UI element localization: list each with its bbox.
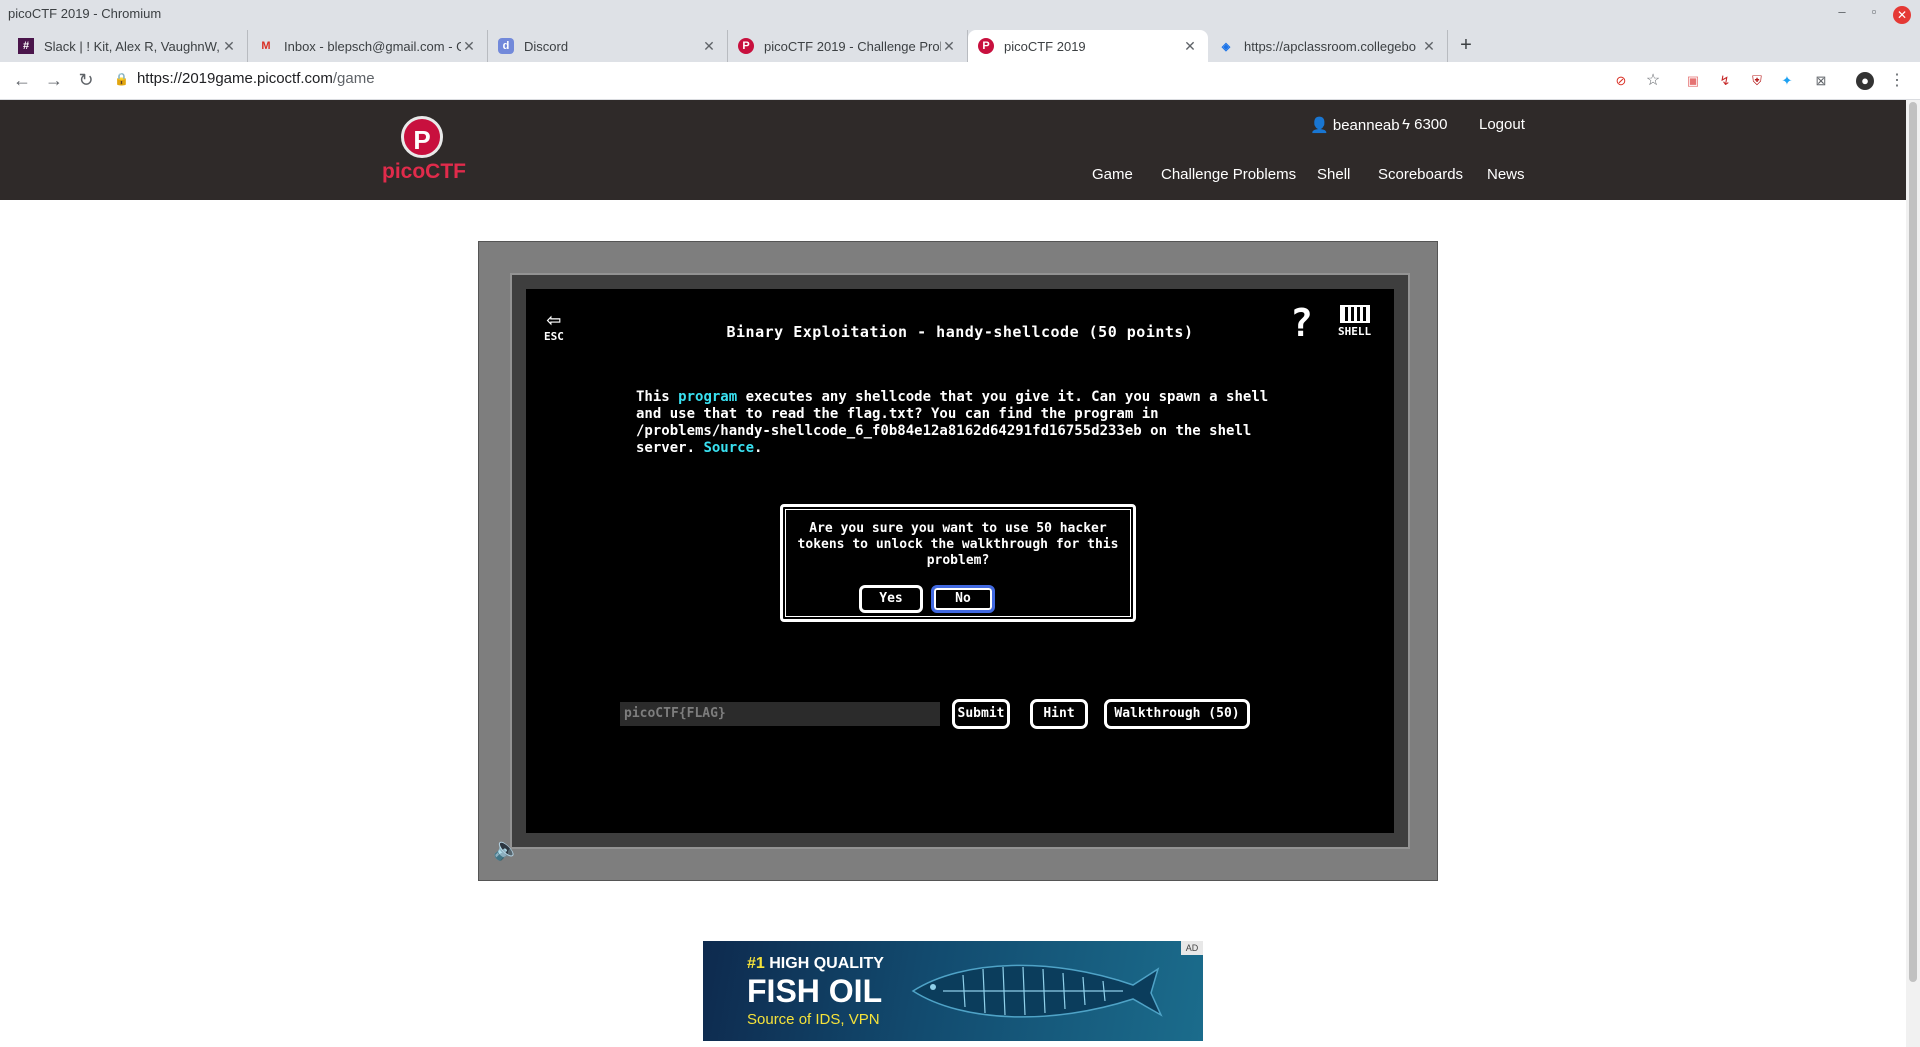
tab-close-icon[interactable]: ✕: [701, 38, 717, 55]
page-content: P picoCTF 👤 beanneab ϟ 6300 Logout Game …: [0, 100, 1906, 1047]
program-link[interactable]: program: [678, 389, 737, 405]
ad-tagline: #1 HIGH QUALITY: [747, 955, 884, 973]
extension-icon[interactable]: ⊘: [1612, 72, 1630, 90]
username: beanneab: [1332, 117, 1400, 134]
window-titlebar: picoCTF 2019 - Chromium – ▫ ✕: [0, 0, 1920, 30]
tab-label: Inbox - blepsch@gmail.com - G: [284, 38, 461, 54]
reload-button[interactable]: ↻: [74, 70, 98, 91]
maximize-button[interactable]: ▫: [1862, 4, 1886, 19]
nav-challenge-problems[interactable]: Challenge Problems: [1161, 166, 1296, 183]
ad-headline: FISH OIL: [747, 973, 883, 1009]
tab-gmail[interactable]: M Inbox - blepsch@gmail.com - G ✕: [248, 30, 488, 62]
logo-mark: P: [401, 116, 443, 158]
nav-shell[interactable]: Shell: [1317, 166, 1350, 183]
desc-text: This: [636, 389, 679, 405]
close-window-button[interactable]: ✕: [1893, 6, 1911, 24]
bookmark-star-icon[interactable]: ☆: [1644, 72, 1662, 90]
tab-close-icon[interactable]: ✕: [461, 38, 477, 55]
ad-rank: #1: [747, 955, 765, 972]
ad-tagline-text: HIGH QUALITY: [764, 955, 884, 972]
source-link[interactable]: Source: [703, 440, 754, 456]
tab-label: Slack | ! Kit, Alex R, VaughnW,: [44, 38, 220, 54]
url-path: /game: [332, 70, 375, 87]
shield-icon: ◈: [1221, 40, 1231, 53]
confirm-dialog: Are you sure you want to use 50 hacker t…: [780, 504, 1136, 622]
extension-icon[interactable]: ⛨: [1748, 72, 1766, 90]
tab-close-icon[interactable]: ✕: [1421, 38, 1437, 55]
walkthrough-button[interactable]: Walkthrough (50): [1104, 699, 1250, 729]
tab-label: picoCTF 2019 - Challenge Prob: [764, 38, 941, 54]
token-value: 6300: [1414, 116, 1448, 133]
browser-toolbar: ← → ↻ 🔒 https://2019game.picoctf.com/game…: [0, 62, 1920, 100]
slack-icon: #: [18, 38, 34, 54]
tab-close-icon[interactable]: ✕: [941, 38, 957, 55]
forward-button[interactable]: →: [42, 70, 66, 91]
minimize-button[interactable]: –: [1830, 4, 1854, 19]
desc-text: .: [754, 440, 763, 456]
game-frame: ⇦ ESC ? SHELL Binary Exploitation - hand…: [478, 241, 1438, 881]
tab-discord[interactable]: d Discord ✕: [488, 30, 728, 62]
tab-picoctf-game[interactable]: P picoCTF 2019 ✕: [968, 30, 1208, 62]
tab-close-icon[interactable]: ✕: [1182, 38, 1198, 55]
scrollbar-thumb[interactable]: [1909, 102, 1917, 982]
logo-text: picoCTF: [382, 160, 466, 183]
discord-icon: d: [498, 38, 514, 54]
browser-menu-icon[interactable]: ⋮: [1888, 72, 1906, 90]
user-icon: 👤: [1310, 117, 1329, 134]
user-menu[interactable]: 👤 beanneab: [1310, 116, 1400, 134]
tab-label: Discord: [524, 38, 569, 54]
fish-skeleton-image: [911, 964, 1163, 1018]
page-scrollbar[interactable]: [1906, 100, 1920, 1047]
url-host: https://2019game.picoctf.com: [136, 70, 333, 87]
site-header: P picoCTF 👤 beanneab ϟ 6300 Logout Game …: [0, 100, 1906, 200]
logout-link[interactable]: Logout: [1479, 116, 1525, 133]
speaker-icon[interactable]: 🔈: [493, 836, 520, 862]
problem-description: This program executes any shellcode that…: [636, 389, 1276, 457]
lock-icon: 🔒: [114, 72, 129, 86]
tab-strip: # Slack | ! Kit, Alex R, VaughnW, ✕ M In…: [0, 30, 1920, 62]
advertisement-banner[interactable]: #1 HIGH QUALITY FISH OIL Source of IDS, …: [703, 941, 1203, 1041]
lightning-icon: ϟ: [1402, 116, 1410, 133]
ad-subline: Source of IDS, VPN: [747, 1011, 880, 1028]
nav-scoreboards[interactable]: Scoreboards: [1378, 166, 1463, 183]
extension-icon[interactable]: ▣: [1684, 72, 1702, 90]
flag-input[interactable]: picoCTF{FLAG}: [620, 702, 940, 726]
nav-news[interactable]: News: [1487, 166, 1525, 183]
back-button[interactable]: ←: [10, 70, 34, 91]
game-screen[interactable]: ⇦ ESC ? SHELL Binary Exploitation - hand…: [526, 289, 1394, 833]
nav-game[interactable]: Game: [1092, 166, 1133, 183]
tab-apclassroom[interactable]: ◈ https://apclassroom.collegebo ✕: [1208, 30, 1448, 62]
window-title: picoCTF 2019 - Chromium: [8, 6, 162, 21]
tab-picoctf-challenges[interactable]: P picoCTF 2019 - Challenge Prob ✕: [728, 30, 968, 62]
extension-icon[interactable]: ↯: [1716, 72, 1734, 90]
tab-label: https://apclassroom.collegebo: [1244, 38, 1416, 54]
tab-label: picoCTF 2019: [1004, 38, 1086, 54]
extension-icon[interactable]: ⊠: [1812, 72, 1830, 90]
hint-button[interactable]: Hint: [1030, 699, 1088, 729]
dialog-message: Are you sure you want to use 50 hacker t…: [797, 521, 1119, 568]
keyboard-icon: [1339, 305, 1370, 323]
tab-close-icon[interactable]: ✕: [221, 38, 237, 55]
submit-button[interactable]: Submit: [952, 699, 1010, 729]
token-count: ϟ 6300: [1402, 116, 1448, 133]
problem-title: Binary Exploitation - handy-shellcode (5…: [726, 323, 1194, 341]
picoctf-logo[interactable]: P picoCTF: [382, 116, 466, 184]
picoctf-icon: P: [738, 38, 754, 54]
ad-badge[interactable]: AD: [1181, 941, 1203, 955]
profile-avatar-icon[interactable]: ●: [1856, 72, 1874, 90]
twitter-icon[interactable]: ✦: [1778, 72, 1796, 90]
no-button[interactable]: No: [931, 585, 995, 613]
tab-slack[interactable]: # Slack | ! Kit, Alex R, VaughnW, ✕: [8, 30, 248, 62]
yes-button[interactable]: Yes: [859, 585, 923, 613]
gmail-icon: M: [261, 40, 271, 52]
game-bezel: ⇦ ESC ? SHELL Binary Exploitation - hand…: [510, 273, 1410, 849]
picoctf-icon: P: [978, 38, 994, 54]
new-tab-button[interactable]: +: [1454, 34, 1478, 57]
address-bar[interactable]: 🔒 https://2019game.picoctf.com/game: [114, 70, 375, 87]
